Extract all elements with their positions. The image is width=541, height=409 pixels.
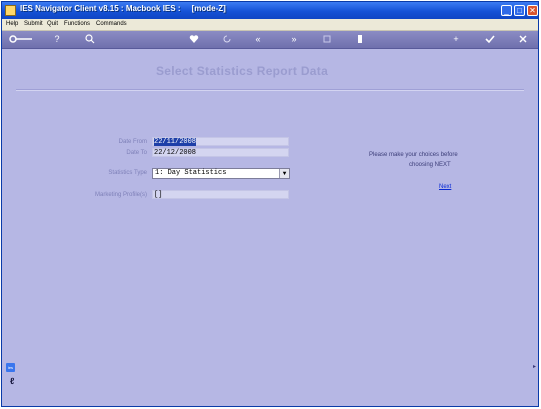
help-icon[interactable]: ?: [52, 33, 62, 45]
title-bar[interactable]: IES Navigator Client v8.15 : Macbook IES…: [2, 2, 538, 19]
minimize-button[interactable]: _: [501, 5, 512, 16]
menu-bar: Help Submit Quit Functions Commands: [2, 19, 538, 31]
ok-icon[interactable]: [485, 33, 495, 45]
chevron-down-icon[interactable]: ▼: [279, 169, 289, 178]
date-from-field[interactable]: 22/11/2008: [152, 137, 289, 146]
stat-type-select[interactable]: 1: Day Statistics ▼: [152, 168, 290, 179]
menu-commands[interactable]: Commands: [96, 21, 127, 27]
title-divider: [16, 89, 524, 91]
app-window: IES Navigator Client v8.15 : Macbook IES…: [1, 1, 539, 407]
marketing-profile-field[interactable]: []: [152, 190, 289, 199]
add-icon[interactable]: +: [451, 33, 461, 45]
date-from-value: 22/11/2008: [154, 138, 197, 146]
toolbar: ? « » +: [2, 31, 538, 49]
forward-icon[interactable]: »: [289, 33, 299, 45]
date-from-label: Date From: [118, 139, 147, 145]
menu-help[interactable]: Help: [6, 21, 18, 27]
stat-type-label: Statistics Type: [108, 170, 147, 176]
refresh-icon[interactable]: [222, 33, 232, 45]
hint-line-2: choosing NEXT: [409, 162, 451, 168]
menu-submit[interactable]: Submit: [24, 21, 43, 27]
next-link[interactable]: Next: [439, 184, 451, 190]
filter-icon[interactable]: [322, 33, 332, 45]
marketing-profile-label: Marketing Profile(s): [94, 192, 147, 198]
menu-functions[interactable]: Functions: [64, 21, 90, 27]
script-icon[interactable]: ℓ: [10, 376, 14, 386]
stat-type-value: 1: Day Statistics: [155, 169, 227, 177]
heart-icon[interactable]: [189, 33, 199, 45]
maximize-button[interactable]: □: [514, 5, 525, 16]
window-title: IES Navigator Client v8.15 : Macbook IES…: [20, 4, 226, 13]
edge-marker-icon: ▸: [533, 364, 537, 370]
date-to-label: Date To: [126, 150, 147, 156]
close-button[interactable]: ✕: [527, 5, 538, 16]
back-icon[interactable]: «: [253, 33, 263, 45]
page-title: Select Statistics Report Data: [155, 64, 329, 78]
key-icon[interactable]: [8, 33, 34, 45]
cancel-icon[interactable]: [518, 33, 528, 45]
gear-icon[interactable]: [355, 33, 365, 45]
search-icon[interactable]: [85, 33, 95, 45]
menu-quit[interactable]: Quit: [47, 21, 58, 27]
ies-badge-icon[interactable]: ies: [6, 363, 15, 372]
date-to-field[interactable]: 22/12/2008: [152, 148, 289, 157]
hint-line-1: Please make your choices before: [369, 152, 458, 158]
app-icon: [5, 5, 16, 16]
